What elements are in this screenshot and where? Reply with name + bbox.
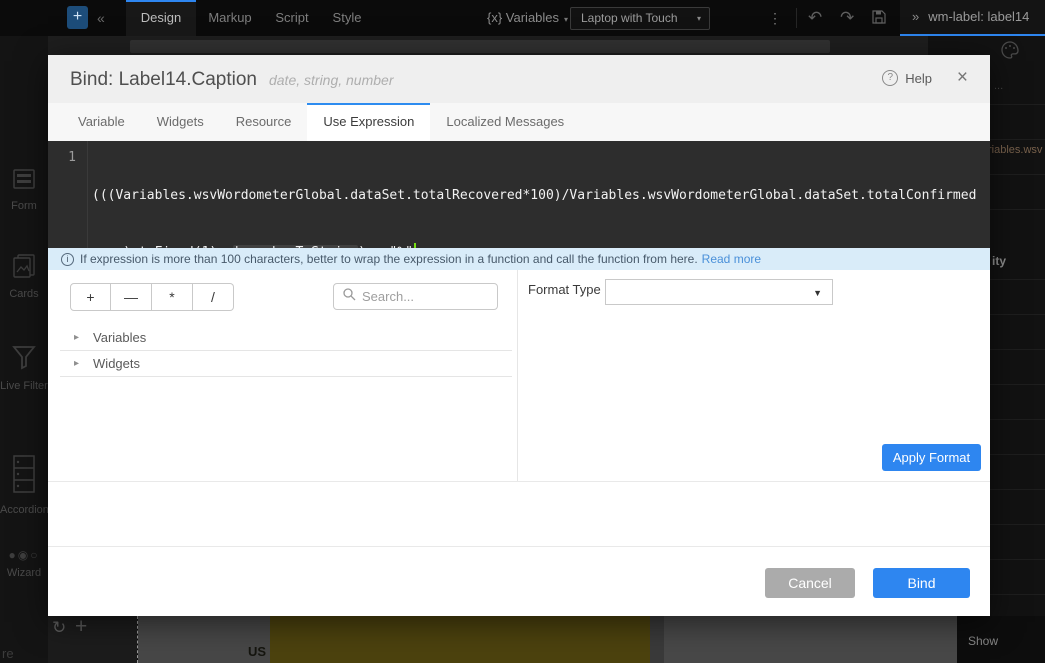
sidebar-item-label: Form	[0, 200, 48, 212]
panel-row-partial-text: ...	[994, 80, 1003, 92]
selected-widget-label: wm-label: label14	[928, 9, 1029, 24]
canvas-dark-area: ↻ +	[48, 616, 137, 663]
read-more-link[interactable]: Read more	[702, 252, 761, 266]
content-divider	[48, 481, 990, 482]
line-number: 1	[48, 148, 76, 167]
tree-node-variables[interactable]: ▸ Variables	[60, 325, 512, 351]
tab-localized-messages[interactable]: Localized Messages	[430, 103, 580, 141]
wizard-steps-icon: ●◉○	[9, 548, 40, 562]
add-widget-button[interactable]: +	[67, 6, 88, 29]
expand-panel-icon[interactable]: »	[912, 9, 919, 24]
pane-divider	[517, 270, 518, 481]
expression-info-bar: i If expression is more than 100 charact…	[48, 248, 990, 270]
select-caret-icon: ▼	[813, 288, 822, 298]
operator-plus-button[interactable]: +	[70, 283, 111, 311]
save-icon[interactable]	[871, 9, 887, 27]
accordion-icon	[11, 483, 37, 500]
search-icon	[342, 287, 356, 306]
add-icon[interactable]: +	[75, 615, 87, 639]
select-caret-icon: ▾	[697, 8, 701, 29]
dialog-subtitle: date, string, number	[269, 72, 394, 88]
panel-section-partial-text: ity	[992, 254, 1006, 268]
refresh-icon[interactable]: ↻	[52, 618, 66, 638]
help-label: Help	[905, 71, 932, 86]
variables-menu[interactable]: {x} Variables ▾	[487, 0, 568, 36]
sidebar-item-label: Live Filter	[0, 380, 48, 392]
format-type-select[interactable]: ▼	[605, 279, 833, 305]
app-root: + « Design Markup Script Style {x} Varia…	[0, 0, 1045, 663]
more-options-icon[interactable]: ⋮	[768, 0, 782, 36]
tab-use-expression[interactable]: Use Expression	[307, 103, 430, 141]
cards-icon	[11, 267, 37, 284]
sidebar-item-label: Wizard	[0, 567, 48, 579]
tab-resource[interactable]: Resource	[220, 103, 308, 141]
widget-palette-sidebar: Form Cards Live Filter Accordion ●◉○ Wiz…	[0, 36, 48, 663]
selected-widget-tab[interactable]: » wm-label: label14	[900, 0, 1045, 36]
canvas-panel-gray	[664, 616, 957, 663]
footer-divider	[48, 546, 990, 547]
search-field[interactable]	[333, 283, 498, 310]
palette-icon[interactable]	[1000, 40, 1020, 65]
chevron-right-icon[interactable]: ▸	[74, 332, 79, 343]
sidebar-item-label: Accordion	[0, 504, 48, 516]
chevron-down-icon: ▾	[564, 15, 568, 24]
editor-gutter: 1	[48, 141, 88, 248]
tab-variable[interactable]: Variable	[62, 103, 141, 141]
funnel-icon	[9, 359, 39, 376]
bind-button[interactable]: Bind	[873, 568, 970, 598]
format-type-label: Format Type	[528, 282, 601, 297]
canvas-chart-bar-olive	[270, 616, 650, 663]
tab-script[interactable]: Script	[266, 0, 318, 36]
sidebar-partial-text: re	[2, 646, 14, 661]
apply-format-button[interactable]: Apply Format	[882, 444, 981, 471]
expression-code-editor[interactable]: 1 (((Variables.wsvWordometerGlobal.dataS…	[48, 141, 990, 248]
search-input[interactable]	[362, 289, 487, 304]
tree-node-label: Widgets	[93, 356, 140, 371]
tab-design[interactable]: Design	[126, 0, 196, 36]
tree-node-label: Variables	[93, 330, 146, 345]
tab-markup[interactable]: Markup	[200, 0, 260, 36]
bind-dialog: Bind: Label14.Caption date, string, numb…	[48, 55, 990, 616]
sidebar-item-cards[interactable]: Cards	[0, 252, 48, 300]
show-label: Show	[968, 634, 998, 648]
help-button[interactable]: ? Help	[882, 70, 932, 86]
form-icon	[11, 179, 37, 196]
dialog-title: Bind: Label14.Caption	[70, 69, 257, 91]
canvas-toolbar	[130, 40, 830, 53]
variables-menu-label: {x} Variables	[487, 10, 559, 25]
undo-icon[interactable]: ↶	[808, 0, 822, 36]
operator-multiply-button[interactable]: *	[152, 283, 193, 311]
device-preview-select[interactable]: Laptop with Touch ▾	[570, 7, 710, 30]
code-line-1: (((Variables.wsvWordometerGlobal.dataSet…	[92, 186, 982, 205]
tree-node-widgets[interactable]: ▸ Widgets	[60, 351, 512, 377]
operator-minus-button[interactable]: —	[111, 283, 152, 311]
sidebar-item-accordion[interactable]: Accordion	[0, 452, 48, 516]
info-icon: i	[61, 253, 74, 266]
cancel-button[interactable]: Cancel	[765, 568, 855, 598]
sidebar-item-label: Cards	[0, 288, 48, 300]
close-icon[interactable]: ×	[957, 67, 968, 89]
dialog-header: Bind: Label14.Caption date, string, numb…	[48, 55, 990, 103]
canvas-us-label: US	[248, 644, 266, 659]
sidebar-item-wizard[interactable]: ●◉○ Wizard	[0, 546, 48, 579]
device-preview-value: Laptop with Touch	[581, 11, 678, 25]
operator-buttons: + — * /	[70, 283, 234, 311]
redo-icon[interactable]: ↷	[840, 0, 854, 36]
bound-variable-partial-text: riables.wsv	[988, 144, 1042, 156]
info-text: If expression is more than 100 character…	[80, 252, 698, 266]
sidebar-item-form[interactable]: Form	[0, 166, 48, 212]
help-icon: ?	[882, 70, 898, 86]
sidebar-item-live-filter[interactable]: Live Filter	[0, 342, 48, 392]
chevron-right-icon[interactable]: ▸	[74, 358, 79, 369]
top-toolbar: + « Design Markup Script Style {x} Varia…	[0, 0, 1045, 36]
tab-widgets[interactable]: Widgets	[141, 103, 220, 141]
expression-code[interactable]: (((Variables.wsvWordometerGlobal.dataSet…	[92, 148, 982, 300]
operator-divide-button[interactable]: /	[193, 283, 234, 311]
collapse-panel-icon[interactable]: «	[97, 0, 105, 36]
toolbar-divider	[796, 8, 797, 28]
dialog-tabs: Variable Widgets Resource Use Expression…	[48, 103, 990, 141]
tab-style[interactable]: Style	[322, 0, 372, 36]
canvas-divider	[650, 616, 664, 663]
panel-show-row[interactable]: Show	[957, 616, 1045, 663]
